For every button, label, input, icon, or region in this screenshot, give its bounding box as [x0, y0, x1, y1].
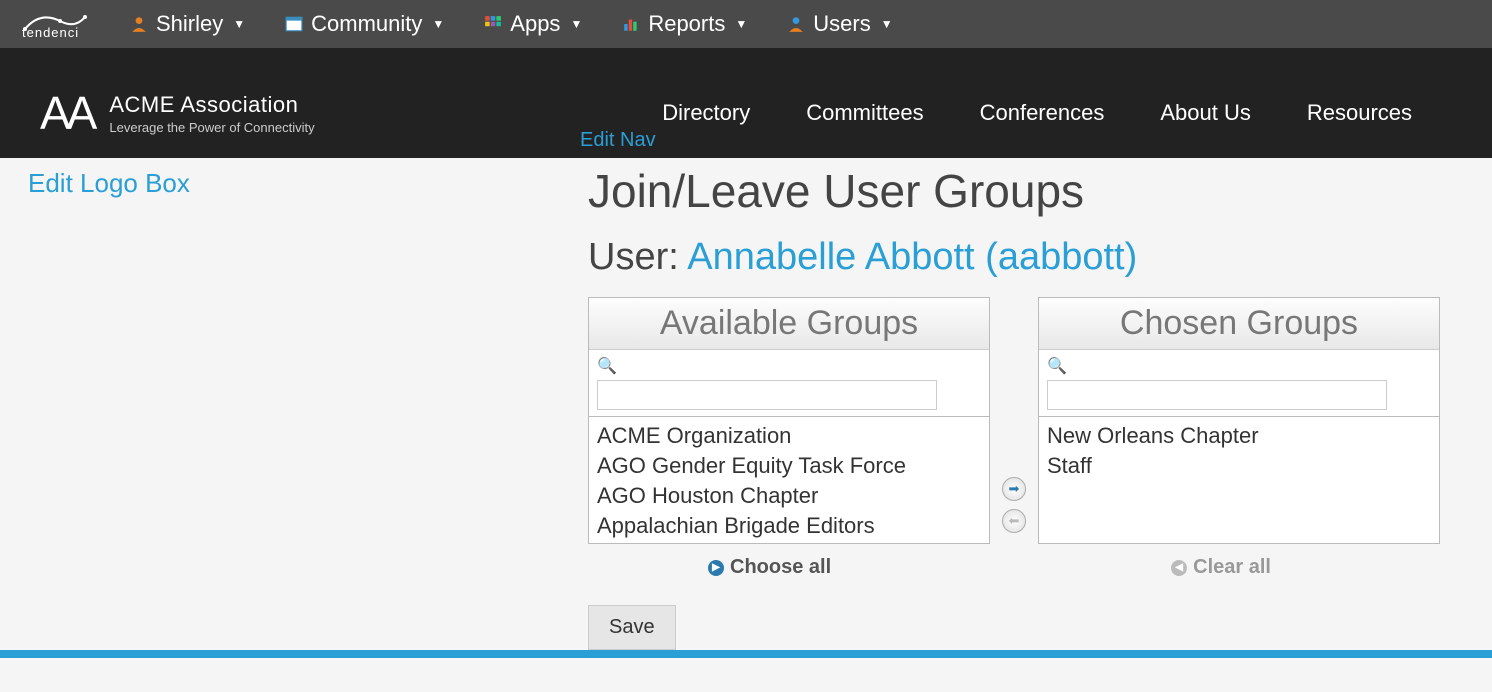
nav-conferences[interactable]: Conferences	[980, 100, 1105, 126]
caret-down-icon: ▼	[881, 17, 893, 31]
clear-all-link[interactable]: ◀ Clear all	[1171, 556, 1271, 579]
search-icon: 🔍	[1047, 356, 1431, 376]
chosen-filter-input[interactable]	[1047, 380, 1387, 410]
user-orange-icon	[130, 15, 148, 33]
move-right-button[interactable]: ➡	[1002, 477, 1026, 501]
list-item[interactable]: Staff	[1047, 451, 1431, 481]
page-title: Join/Leave User Groups	[588, 164, 1464, 218]
list-item[interactable]: New Orleans Chapter	[1047, 421, 1431, 451]
chosen-groups-box: Chosen Groups 🔍 New Orleans Chapter Staf…	[1038, 297, 1440, 544]
available-header: Available Groups	[589, 298, 989, 350]
page-body: Edit Logo Box Join/Leave User Groups Use…	[0, 158, 1492, 650]
user-blue-icon	[787, 15, 805, 33]
admin-menu-apps[interactable]: Apps ▼	[484, 11, 582, 37]
caret-down-icon: ▼	[233, 17, 245, 31]
admin-menu-community[interactable]: Community ▼	[285, 11, 444, 37]
list-item[interactable]: Appalachian Brigade Editors	[597, 511, 981, 541]
org-nav: Directory Committees Conferences About U…	[662, 100, 1452, 126]
arrow-left-circle-icon: ◀	[1171, 560, 1187, 576]
chosen-list[interactable]: New Orleans Chapter Staff	[1039, 417, 1439, 543]
admin-menu-shirley[interactable]: Shirley ▼	[130, 11, 245, 37]
admin-menu-label: Shirley	[156, 11, 223, 37]
user-line: User: Annabelle Abbott (aabbott)	[588, 236, 1464, 279]
choose-all-link[interactable]: ▶ Choose all	[708, 556, 831, 579]
list-item[interactable]: AGO Houston Chapter	[597, 481, 981, 511]
caret-down-icon: ▼	[570, 17, 582, 31]
admin-menu-label: Users	[813, 11, 870, 37]
admin-bar: tendenci Shirley ▼ Community ▼ Apps ▼ Re…	[0, 0, 1492, 48]
admin-menu-label: Apps	[510, 11, 560, 37]
svg-text:tendenci: tendenci	[22, 25, 79, 39]
nav-resources[interactable]: Resources	[1307, 100, 1412, 126]
tendenci-logo-icon: tendenci	[20, 9, 90, 39]
chosen-header: Chosen Groups	[1039, 298, 1439, 350]
admin-menu-label: Reports	[648, 11, 725, 37]
edit-nav-link[interactable]: Edit Nav	[580, 129, 656, 152]
transfer-arrows: ➡ ⬅	[1002, 477, 1026, 533]
org-logo-mark: AA	[40, 86, 93, 140]
tendenci-brand[interactable]: tendenci	[20, 9, 90, 39]
available-filter-input[interactable]	[597, 380, 937, 410]
clear-all-label: Clear all	[1193, 556, 1271, 579]
available-groups-box: Available Groups 🔍 ACME Organization AGO…	[588, 297, 990, 544]
org-logo[interactable]: AA ACME Association Leverage the Power o…	[40, 86, 315, 140]
user-link[interactable]: Annabelle Abbott (aabbott)	[687, 236, 1137, 278]
save-button[interactable]: Save	[588, 605, 676, 650]
search-icon: 🔍	[597, 356, 981, 376]
org-tagline: Leverage the Power of Connectivity	[109, 120, 314, 135]
user-prefix: User:	[588, 236, 687, 278]
arrow-right-circle-icon: ▶	[708, 560, 724, 576]
list-item[interactable]: AGO Gender Equity Task Force	[597, 451, 981, 481]
choose-all-label: Choose all	[730, 556, 831, 579]
nav-committees[interactable]: Committees	[806, 100, 923, 126]
admin-menu-label: Community	[311, 11, 422, 37]
admin-menu-reports[interactable]: Reports ▼	[622, 11, 747, 37]
org-header: AA ACME Association Leverage the Power o…	[0, 48, 1492, 158]
nav-directory[interactable]: Directory	[662, 100, 750, 126]
org-name: ACME Association	[109, 92, 314, 118]
grid-icon	[484, 15, 502, 33]
footer-accent-bar	[0, 650, 1492, 658]
caret-down-icon: ▼	[432, 17, 444, 31]
admin-menu-users[interactable]: Users ▼	[787, 11, 892, 37]
nav-about-us[interactable]: About Us	[1160, 100, 1251, 126]
move-left-button[interactable]: ⬅	[1002, 509, 1026, 533]
available-list[interactable]: ACME Organization AGO Gender Equity Task…	[589, 417, 989, 543]
window-icon	[285, 15, 303, 33]
caret-down-icon: ▼	[735, 17, 747, 31]
chart-icon	[622, 15, 640, 33]
edit-logo-box-link[interactable]: Edit Logo Box	[28, 168, 190, 198]
dual-selector: Available Groups 🔍 ACME Organization AGO…	[588, 297, 1464, 544]
list-item[interactable]: ACME Organization	[597, 421, 981, 451]
